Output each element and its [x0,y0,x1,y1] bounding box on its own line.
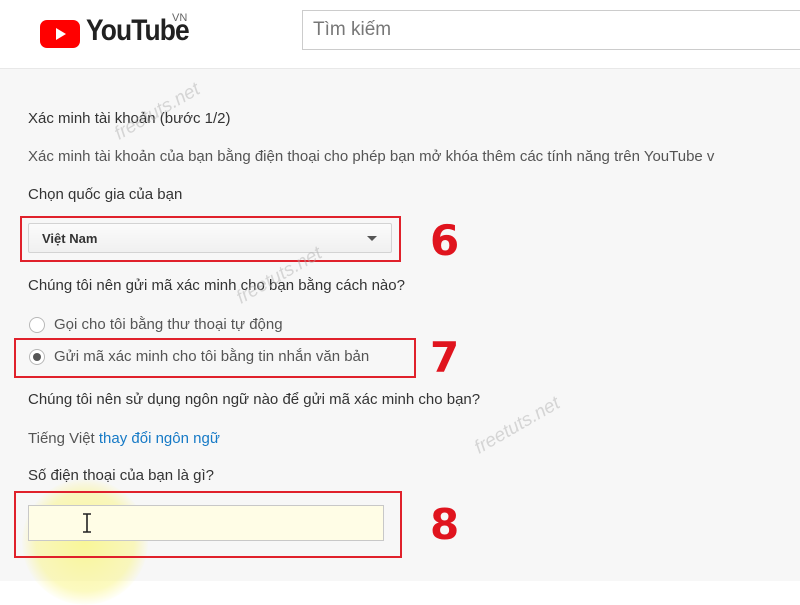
verify-description: Xác minh tài khoản của bạn bằng điện tho… [28,148,715,165]
radio-voice-call-label[interactable]: Gọi cho tôi bằng thư thoại tự động [54,316,283,333]
radio-voice-call[interactable] [29,317,45,333]
search-input[interactable] [302,10,800,50]
logo-region-code: VN [172,12,188,24]
country-label: Chọn quốc gia của bạn [28,186,183,203]
highlight-box-country [20,216,401,262]
change-language-link[interactable]: thay đổi ngôn ngữ [99,430,220,447]
youtube-play-icon[interactable] [40,20,80,48]
step-number-7: 7 [430,333,460,382]
method-question: Chúng tôi nên gửi mã xác minh cho bạn bằ… [28,277,405,294]
step-number-6: 6 [430,216,460,265]
phone-label: Số điện thoại của bạn là gì? [28,467,214,484]
language-question: Chúng tôi nên sử dụng ngôn ngữ nào để gử… [28,391,481,408]
highlight-box-phone [14,491,402,558]
masthead: YouTube VN [0,0,800,69]
language-row: Tiếng Việt thay đổi ngôn ngữ [28,430,220,447]
language-current: Tiếng Việt [28,430,95,447]
highlight-box-sms [14,338,416,378]
verify-panel: Xác minh tài khoản (bước 1/2) Xác minh t… [0,69,800,605]
step-number-8: 8 [430,500,460,549]
watermark-3: freetuts.net [470,392,564,459]
